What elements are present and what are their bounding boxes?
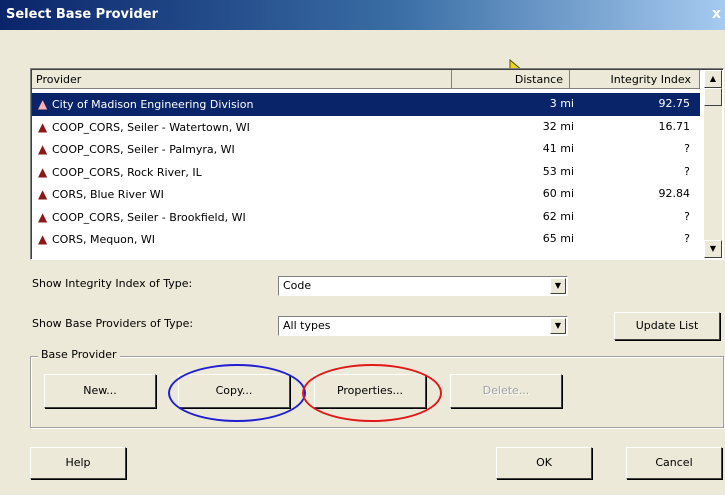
ok-label: OK [536, 456, 552, 469]
survey-station-icon: ▲ [38, 164, 48, 179]
chevron-down-icon[interactable]: ▼ [550, 278, 566, 294]
new-label: New... [83, 384, 117, 397]
list-header: Provider Distance Integrity Index [32, 70, 700, 90]
copy-highlight-ellipse [168, 364, 306, 422]
row-provider: CORS, Blue River WI [52, 188, 164, 201]
provider-type-select[interactable]: All types ▼ [278, 316, 568, 336]
survey-station-icon: ▲ [38, 187, 48, 201]
title-bar: Select Base Provider x [0, 0, 725, 30]
chevron-down-icon[interactable]: ▼ [550, 318, 566, 334]
list-row[interactable]: ▲ COOP_CORS, Seiler - Palmyra, WI 41 mi ? [32, 138, 700, 161]
row-provider: COOP_CORS, Rock River, IL [52, 165, 202, 179]
list-row[interactable]: ▲ City of Madison Engineering Division 3 … [32, 93, 700, 116]
delete-button[interactable]: Delete... [450, 374, 562, 408]
dialog-title: Select Base Provider [6, 7, 158, 22]
row-distance: 32 mi [542, 119, 574, 133]
row-provider: City of Madison Engineering Division [52, 98, 254, 111]
integrity-type-value: Code [283, 279, 312, 292]
row-integrity: ? [684, 142, 690, 155]
properties-highlight-ellipse [302, 364, 442, 422]
row-integrity: 92.75 [658, 97, 691, 110]
survey-station-icon: ▲ [38, 209, 48, 224]
list-rows: ▲ City of Madison Engineering Division 3 … [32, 93, 700, 251]
close-icon[interactable]: x [712, 6, 721, 22]
integrity-type-label: Show Integrity Index of Type: [32, 277, 193, 290]
row-distance: 62 mi [542, 209, 574, 223]
cancel-label: Cancel [655, 456, 693, 469]
update-list-label: Update List [635, 319, 699, 332]
row-distance: 65 mi [542, 232, 574, 245]
row-distance: 53 mi [542, 164, 574, 178]
row-provider: COOP_CORS, Seiler - Palmyra, WI [52, 143, 235, 156]
cancel-button[interactable]: Cancel [626, 447, 722, 479]
row-distance: 3 mi [549, 97, 574, 110]
list-row[interactable]: ▲ COOP_CORS, Rock River, IL 53 mi ? [32, 161, 700, 184]
row-integrity: ? [684, 232, 690, 245]
scroll-thumb[interactable] [704, 88, 722, 106]
survey-station-icon: ▲ [38, 232, 48, 246]
ok-button[interactable]: OK [496, 447, 592, 479]
select-base-provider-dialog: Select Base Provider x Provider Distance… [0, 0, 725, 495]
help-label: Help [65, 456, 91, 469]
list-row[interactable]: ▲ CORS, Blue River WI 60 mi 92.84 [32, 183, 700, 206]
column-header-integrity-index[interactable]: Integrity Index [570, 70, 700, 89]
column-header-distance[interactable]: Distance [452, 70, 570, 89]
row-provider: COOP_CORS, Seiler - Watertown, WI [52, 120, 250, 134]
base-provider-group-label: Base Provider [38, 348, 120, 361]
row-integrity: 16.71 [658, 119, 691, 133]
survey-station-icon: ▲ [38, 142, 48, 156]
row-provider: CORS, Mequon, WI [52, 233, 155, 246]
row-integrity: ? [684, 209, 690, 223]
survey-station-icon: ▲ [38, 97, 48, 111]
update-list-button[interactable]: Update List [614, 312, 720, 340]
row-distance: 41 mi [542, 142, 574, 155]
provider-type-label: Show Base Providers of Type: [32, 317, 194, 330]
new-button[interactable]: New... [44, 374, 156, 408]
row-distance: 60 mi [542, 187, 574, 200]
scroll-up-icon[interactable]: ▲ [704, 70, 722, 88]
help-button[interactable]: Help [30, 447, 126, 479]
list-row[interactable]: ▲ CORS, Mequon, WI 65 mi ? [32, 228, 700, 251]
list-row[interactable]: ▲ COOP_CORS, Seiler - Brookfield, WI 62 m… [32, 206, 700, 229]
scroll-down-icon[interactable]: ▼ [704, 240, 722, 258]
row-provider: COOP_CORS, Seiler - Brookfield, WI [52, 210, 246, 224]
column-header-provider[interactable]: Provider [32, 70, 452, 89]
list-row[interactable]: ▲ COOP_CORS, Seiler - Watertown, WI 32 mi… [32, 116, 700, 139]
list-scrollbar[interactable]: ▲ ▼ [704, 70, 722, 258]
integrity-type-select[interactable]: Code ▼ [278, 276, 568, 296]
provider-type-value: All types [283, 319, 331, 332]
survey-station-icon: ▲ [38, 119, 48, 134]
delete-label: Delete... [482, 384, 530, 397]
provider-list[interactable]: Provider Distance Integrity Index ▲ City … [30, 68, 724, 260]
row-integrity: ? [684, 164, 690, 178]
row-integrity: 92.84 [658, 187, 691, 200]
